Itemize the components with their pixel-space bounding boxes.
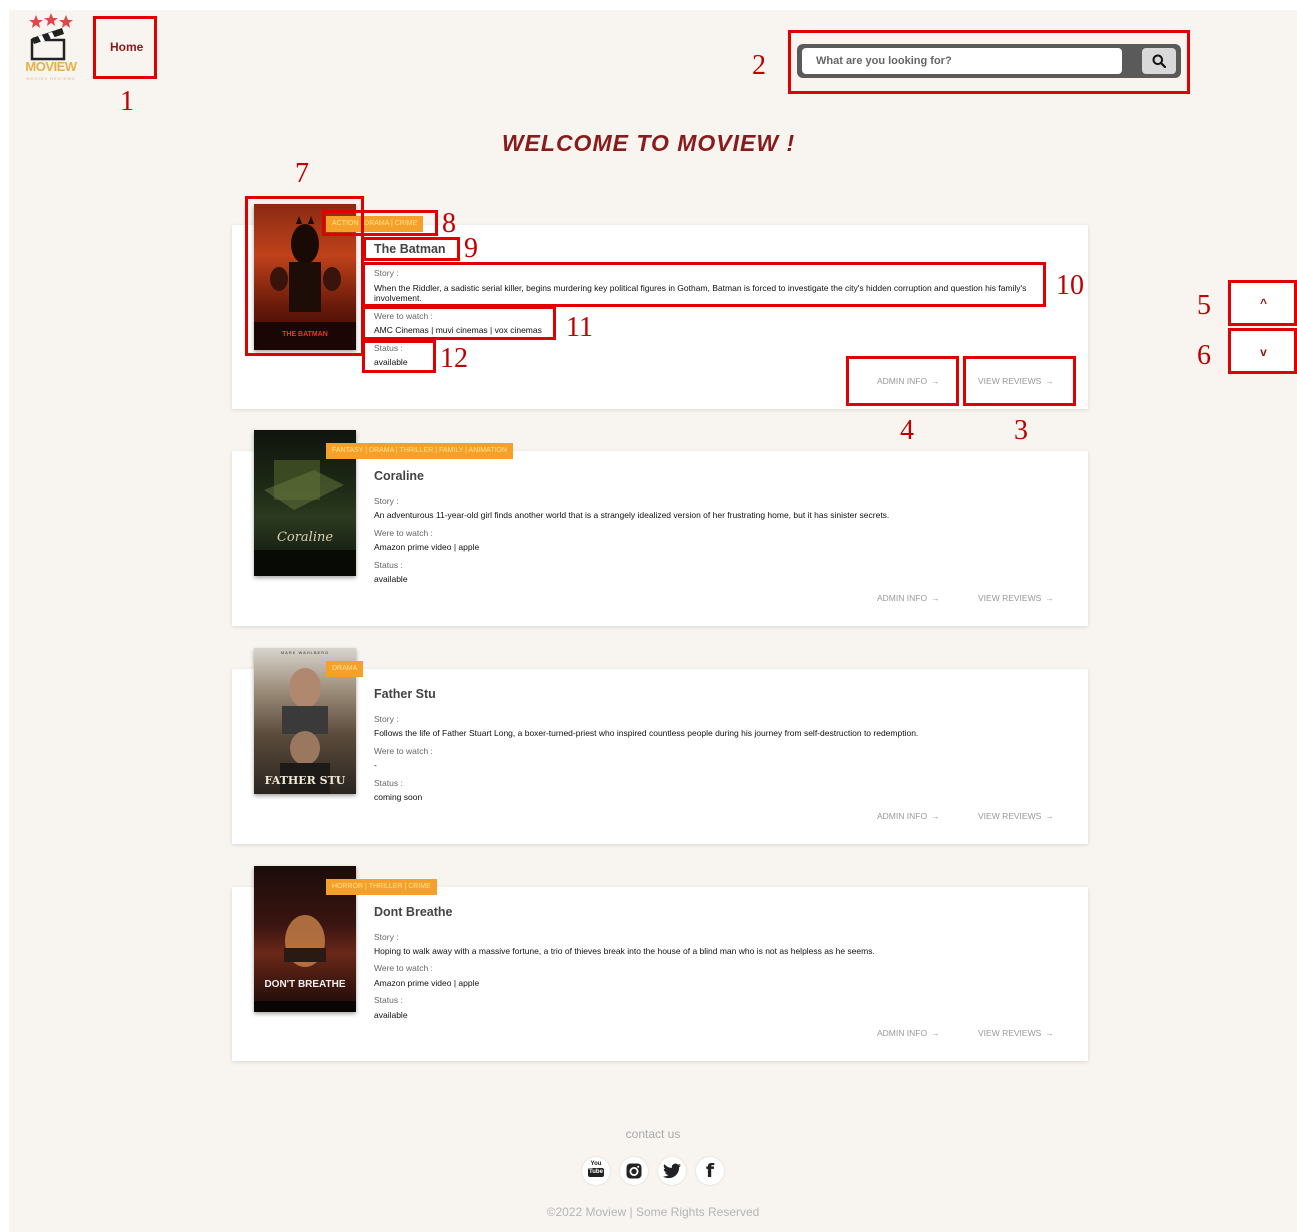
admin-info-link[interactable]: ADMIN INFO →	[877, 593, 940, 603]
genre-tag: DRAMA	[326, 661, 364, 677]
story-label: Story :	[374, 932, 399, 942]
admin-info-label: ADMIN INFO	[877, 593, 928, 603]
annotation-box-5	[1228, 280, 1297, 326]
annotation-label-4: 4	[900, 415, 914, 446]
youtube-text-top: You	[590, 1161, 602, 1167]
status-value: available	[374, 574, 408, 584]
status-value: available	[374, 1010, 408, 1020]
admin-info-link[interactable]: ADMIN INFO →	[877, 811, 940, 821]
genre-tag: FANTASY | DRAMA | THRILLER | FAMILY | AN…	[326, 443, 513, 459]
admin-info-link[interactable]: ADMIN INFO →	[877, 1028, 940, 1038]
annotation-box-2	[788, 30, 1190, 94]
logo-text: MOVIEW	[25, 59, 77, 74]
annotation-label-6: 6	[1197, 340, 1211, 371]
annotation-label-2: 2	[752, 50, 766, 81]
story-text: Hoping to walk away with a massive fortu…	[374, 946, 875, 956]
annotation-label-5: 5	[1197, 290, 1211, 321]
youtube-icon[interactable]: You Tube	[582, 1157, 610, 1185]
annotation-label-12: 12	[440, 343, 468, 374]
view-reviews-label: VIEW REVIEWS	[978, 1028, 1042, 1038]
logo-subtitle: MOVIES REVIEWS	[26, 76, 76, 81]
arrow-right-icon: →	[931, 593, 940, 603]
where-to-watch-label: Were to watch :	[374, 746, 433, 756]
facebook-icon[interactable]: f	[696, 1157, 724, 1185]
twitter-icon[interactable]	[658, 1157, 686, 1185]
poster-caption: Coraline	[276, 530, 334, 545]
annotation-box-4	[846, 356, 959, 406]
youtube-text-bottom: Tube	[588, 1168, 604, 1177]
story-label: Story :	[374, 714, 399, 724]
annotation-label-11: 11	[566, 312, 593, 343]
arrow-right-icon: →	[931, 811, 940, 821]
annotation-box-10	[362, 262, 1046, 307]
arrow-right-icon: →	[1045, 1028, 1054, 1038]
view-reviews-link[interactable]: VIEW REVIEWS →	[978, 811, 1054, 821]
movie-card	[232, 887, 1088, 1061]
annotation-label-7: 7	[295, 158, 309, 189]
status-label: Status :	[374, 560, 403, 570]
facebook-glyph: f	[705, 1160, 715, 1182]
contact-us-link[interactable]: contact us	[0, 1127, 1297, 1141]
annotation-box-3	[963, 356, 1076, 406]
view-reviews-link[interactable]: VIEW REVIEWS →	[978, 1028, 1054, 1038]
status-label: Status :	[374, 995, 403, 1005]
annotation-label-1: 1	[120, 86, 134, 117]
poster-top-text: MARK WAHLBERG	[280, 650, 330, 655]
story-text: Follows the life of Father Stuart Long, …	[374, 728, 919, 738]
genre-tag: HORROR | THRILLER | CRIME	[326, 879, 437, 895]
status-value: coming soon	[374, 792, 423, 802]
arrow-right-icon: →	[1045, 811, 1054, 821]
view-reviews-label: VIEW REVIEWS	[978, 593, 1042, 603]
annotation-box-11	[362, 306, 556, 340]
copyright-text: ©2022 Moview | Some Rights Reserved	[546, 1205, 760, 1219]
instagram-glyph	[626, 1163, 642, 1179]
annotation-box-12	[362, 340, 436, 373]
instagram-icon[interactable]	[620, 1157, 648, 1185]
movie-title: Father Stu	[374, 687, 436, 701]
annotation-box-1	[93, 16, 157, 79]
where-to-watch-value: Amazon prime video | apple	[374, 978, 480, 988]
annotation-box-9	[363, 237, 460, 261]
arrow-right-icon: →	[931, 1028, 940, 1038]
arrow-right-icon: →	[1045, 593, 1054, 603]
movie-title: Coraline	[374, 469, 425, 483]
annotation-box-8	[322, 210, 438, 236]
annotation-label-8: 8	[442, 208, 456, 239]
where-to-watch-value: Amazon prime video | apple	[374, 542, 480, 552]
twitter-glyph	[663, 1163, 681, 1179]
movie-card	[232, 669, 1088, 844]
movie-card	[232, 451, 1088, 626]
admin-info-label: ADMIN INFO	[877, 811, 928, 821]
annotation-box-6	[1228, 328, 1297, 374]
view-reviews-label: VIEW REVIEWS	[978, 811, 1042, 821]
annotation-label-3: 3	[1014, 415, 1028, 446]
youtube-glyph: You Tube	[588, 1161, 604, 1181]
where-to-watch-label: Were to watch :	[374, 528, 433, 538]
status-label: Status :	[374, 778, 403, 788]
clapperboard-logo-icon	[29, 13, 73, 61]
moview-logo[interactable]: MOVIEW MOVIES REVIEWS	[18, 13, 84, 85]
story-label: Story :	[374, 496, 399, 506]
where-to-watch-value: -	[374, 760, 377, 770]
story-text: An adventurous 11-year-old girl finds an…	[374, 510, 890, 520]
where-to-watch-label: Were to watch :	[374, 963, 433, 973]
welcome-heading: WELCOME TO MOVIEW !	[501, 130, 796, 156]
poster-caption: FATHER STU	[264, 774, 346, 787]
view-reviews-link[interactable]: VIEW REVIEWS →	[978, 593, 1054, 603]
poster-caption: DON'T BREATHE	[264, 979, 346, 990]
annotation-label-9: 9	[464, 233, 478, 264]
annotation-label-10: 10	[1056, 270, 1084, 301]
admin-info-label: ADMIN INFO	[877, 1028, 928, 1038]
movie-title: Dont Breathe	[374, 905, 453, 919]
